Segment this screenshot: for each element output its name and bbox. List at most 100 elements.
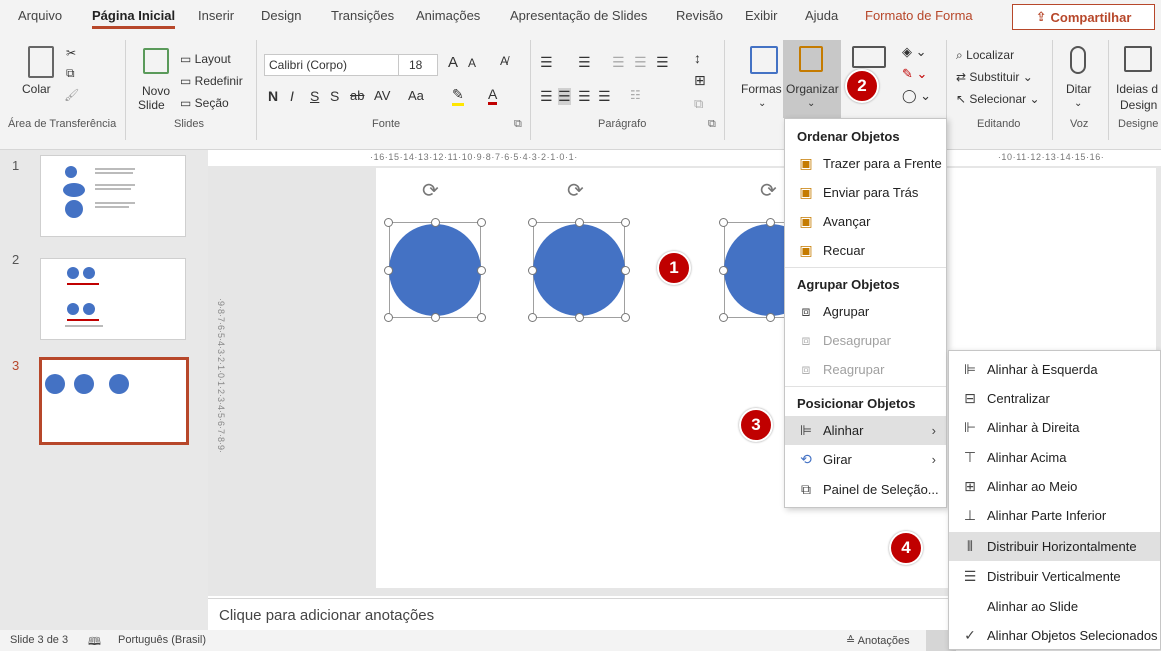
tab-exibir[interactable]: Exibir — [745, 8, 778, 23]
bullets-icon[interactable]: ☰ — [540, 54, 553, 71]
tab-formato-de-forma[interactable]: Formato de Forma — [865, 8, 973, 23]
tab-design[interactable]: Design — [261, 8, 301, 23]
slide-thumbnail-3-selected[interactable] — [39, 357, 189, 445]
resize-handle[interactable] — [621, 266, 630, 275]
align-left-item[interactable]: ⊫ Alinhar à Esquerda — [949, 355, 1160, 384]
align-right-item[interactable]: ⊩ Alinhar à Direita — [949, 413, 1160, 442]
tab-transicoes[interactable]: Transições — [331, 8, 394, 23]
decrease-indent-icon[interactable]: ☰ — [612, 54, 625, 71]
shadow-button[interactable]: S — [330, 88, 339, 104]
microphone-icon[interactable] — [1070, 46, 1086, 74]
font-name-field[interactable]: Calibri (Corpo) — [264, 54, 416, 76]
tab-revisao[interactable]: Revisão — [676, 8, 723, 23]
distribute-vertically-item[interactable]: ☰ Distribuir Verticalmente — [949, 562, 1160, 591]
notes-toggle[interactable]: ≙ Anotações — [846, 634, 910, 647]
paste-label[interactable]: Colar — [22, 82, 51, 96]
resize-handle[interactable] — [384, 313, 393, 322]
design-ideas-icon[interactable] — [1124, 46, 1152, 72]
copy-icon[interactable]: ⧉ — [66, 66, 75, 81]
resize-handle[interactable] — [431, 313, 440, 322]
bold-button[interactable]: N — [268, 88, 278, 104]
align-item[interactable]: ⊫ Alinhar › — [785, 416, 946, 445]
regroup-item[interactable]: ⧈ Reagrupar — [785, 355, 946, 384]
tab-inserir[interactable]: Inserir — [198, 8, 234, 23]
arrange-button[interactable]: Organizar ⌄ — [783, 40, 841, 118]
reset-button[interactable]: ▭ Redefinir — [180, 74, 243, 88]
resize-handle[interactable] — [575, 313, 584, 322]
spelling-icon[interactable]: 🕮 — [88, 633, 101, 651]
tab-ajuda[interactable]: Ajuda — [805, 8, 838, 23]
resize-handle[interactable] — [575, 218, 584, 227]
slide-thumbnail-2[interactable] — [40, 258, 186, 340]
grow-font-button[interactable]: A — [448, 54, 458, 71]
format-painter-icon[interactable]: 🖌 — [64, 88, 79, 102]
shapes-chevron-icon[interactable]: ⌄ — [758, 98, 766, 109]
group-item[interactable]: ⧈ Agrupar — [785, 297, 946, 326]
bring-to-front-item[interactable]: ▣ Trazer para a Frente — [785, 149, 946, 178]
shrink-font-button[interactable]: A — [468, 56, 476, 70]
select-button[interactable]: ↖ Selecionar ⌄ — [956, 92, 1040, 106]
send-to-back-item[interactable]: ▣ Enviar para Trás — [785, 178, 946, 207]
shapes-icon[interactable] — [750, 46, 778, 74]
resize-handle[interactable] — [528, 313, 537, 322]
new-slide-icon[interactable] — [143, 48, 169, 74]
italic-button[interactable]: I — [290, 88, 294, 104]
resize-handle[interactable] — [621, 313, 630, 322]
align-middle-item[interactable]: ⊞ Alinhar ao Meio — [949, 472, 1160, 501]
resize-handle[interactable] — [431, 218, 440, 227]
align-text-icon[interactable]: ⊞ — [694, 72, 706, 89]
text-direction-icon[interactable]: ↕ — [694, 50, 701, 66]
design-ideas-label-2[interactable]: Design — [1120, 98, 1157, 112]
align-left-text-icon[interactable]: ☰ — [540, 88, 553, 105]
resize-handle[interactable] — [384, 266, 393, 275]
rotate-item[interactable]: ⟲ Girar › — [785, 445, 946, 474]
circle-shape-2[interactable] — [533, 224, 625, 316]
dictate-chevron-icon[interactable]: ⌄ — [1074, 98, 1082, 109]
design-ideas-label-1[interactable]: Ideias d — [1116, 82, 1158, 96]
clear-format-icon[interactable]: A̸ — [500, 54, 508, 68]
send-backward-item[interactable]: ▣ Recuar — [785, 236, 946, 265]
tab-animacoes[interactable]: Animações — [416, 8, 480, 23]
increase-indent-icon[interactable]: ☰ — [634, 54, 647, 71]
highlight-icon[interactable]: ✎ — [452, 86, 464, 106]
tab-pagina-inicial[interactable]: Página Inicial — [92, 8, 176, 29]
resize-handle[interactable] — [384, 218, 393, 227]
shapes-label[interactable]: Formas — [741, 82, 782, 96]
columns-icon[interactable]: ☷ — [630, 88, 641, 102]
resize-handle[interactable] — [477, 266, 486, 275]
align-center-item[interactable]: ⊟ Centralizar — [949, 384, 1160, 413]
rotate-handle-icon[interactable]: ⟳ — [567, 178, 584, 203]
shape-fill-icon[interactable]: ◈ ⌄ — [902, 44, 927, 60]
line-spacing-icon[interactable]: ☰ — [656, 54, 669, 71]
find-button[interactable]: ⌕ Localizar — [956, 48, 1014, 63]
quick-styles-icon[interactable] — [852, 46, 886, 68]
resize-handle[interactable] — [621, 218, 630, 227]
center-text-icon[interactable]: ☰ — [558, 88, 571, 105]
align-bottom-item[interactable]: ⊥ Alinhar Parte Inferior — [949, 501, 1160, 530]
char-spacing-button[interactable]: AV — [374, 88, 390, 103]
resize-handle[interactable] — [477, 313, 486, 322]
bring-forward-item[interactable]: ▣ Avançar — [785, 207, 946, 236]
align-to-slide-item[interactable]: Alinhar ao Slide — [949, 592, 1160, 621]
align-selected-objects-item[interactable]: ✓ Alinhar Objetos Selecionados — [949, 621, 1160, 650]
tab-apresentacao[interactable]: Apresentação de Slides — [510, 8, 647, 23]
ungroup-item[interactable]: ⧈ Desagrupar — [785, 326, 946, 355]
circle-shape-1[interactable] — [389, 224, 481, 316]
resize-handle[interactable] — [719, 218, 728, 227]
shape-outline-icon[interactable]: ✎ ⌄ — [902, 66, 927, 82]
paste-icon[interactable] — [28, 46, 54, 78]
rotate-handle-icon[interactable]: ⟳ — [422, 178, 439, 203]
share-button[interactable]: ⇪ Compartilhar — [1012, 4, 1155, 30]
font-size-field[interactable]: 18 — [398, 54, 438, 76]
resize-handle[interactable] — [766, 218, 775, 227]
resize-handle[interactable] — [528, 266, 537, 275]
paragraph-dialog-launcher-icon[interactable]: ⧉ — [708, 118, 716, 131]
rotate-handle-icon[interactable]: ⟳ — [760, 178, 777, 203]
dictate-label[interactable]: Ditar — [1066, 82, 1091, 96]
justify-text-icon[interactable]: ☰ — [598, 88, 611, 105]
font-color-icon[interactable]: A — [488, 86, 498, 105]
section-button[interactable]: ▭ Seção — [180, 96, 229, 110]
tab-arquivo[interactable]: Arquivo — [18, 8, 62, 23]
smartart-icon[interactable]: ⧉ — [694, 96, 703, 112]
cut-icon[interactable]: ✂ — [66, 46, 76, 60]
